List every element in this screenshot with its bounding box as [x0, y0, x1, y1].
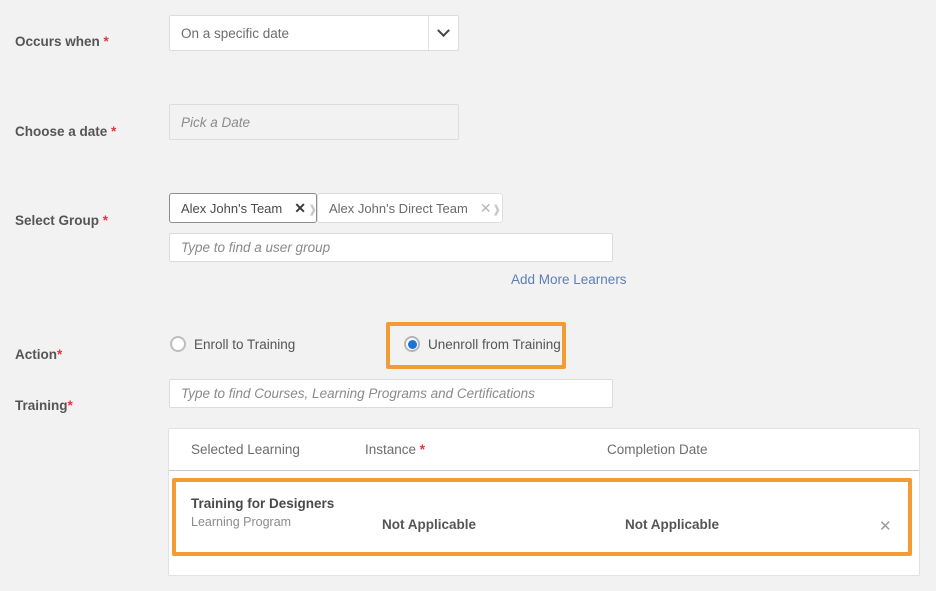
row-subtitle: Learning Program — [191, 515, 292, 529]
table-header-row: Selected Learning Instance * Completion … — [169, 429, 919, 471]
row-completion-date-value: Not Applicable — [625, 517, 720, 532]
choose-date-label: Choose a date * — [15, 124, 117, 139]
radio-unenroll-from-training[interactable]: Unenroll from Training — [404, 336, 561, 352]
occurs-when-row: Occurs when * — [15, 34, 109, 49]
choose-date-input[interactable]: Pick a Date — [169, 104, 459, 140]
required-asterisk: * — [67, 398, 73, 413]
training-search-input[interactable]: Type to find Courses, Learning Programs … — [169, 379, 613, 408]
row-title: Training for Designers — [191, 496, 335, 511]
occurs-when-label: Occurs when * — [15, 34, 109, 49]
tag-separator-icon: ❱ — [308, 204, 318, 216]
radio-enroll-to-training[interactable]: Enroll to Training — [170, 336, 295, 352]
chevron-down-icon[interactable] — [428, 16, 458, 50]
close-icon[interactable]: ✕ — [480, 201, 492, 215]
occurs-when-selected-value: On a specific date — [181, 25, 290, 41]
tag-separator-icon: ❱ — [492, 204, 502, 216]
select-group-label: Select Group * — [15, 213, 109, 228]
training-search-placeholder: Type to find Courses, Learning Programs … — [181, 386, 535, 401]
required-asterisk: * — [102, 213, 109, 228]
radio-selected-icon — [404, 336, 420, 352]
group-tag-label: Alex John's Direct Team — [329, 200, 468, 216]
group-tag[interactable]: Alex John's Team ✕ — [169, 193, 317, 223]
radio-unselected-icon — [170, 336, 186, 352]
radio-label: Unenroll from Training — [428, 336, 561, 352]
action-row: Action* — [15, 347, 62, 362]
training-label: Training* — [15, 398, 73, 413]
choose-date-placeholder: Pick a Date — [181, 114, 251, 130]
close-icon[interactable]: ✕ — [879, 517, 892, 535]
action-label: Action* — [15, 347, 63, 362]
close-icon[interactable]: ✕ — [294, 201, 306, 215]
group-tag[interactable]: Alex John's Direct Team ✕ — [317, 193, 503, 223]
add-more-learners-link[interactable]: Add More Learners — [511, 272, 627, 287]
column-header-instance: Instance * — [365, 442, 426, 457]
training-row: Training* — [15, 398, 73, 413]
column-header-selected-learning: Selected Learning — [191, 442, 300, 457]
occurs-when-select[interactable]: On a specific date — [169, 15, 459, 51]
required-asterisk: * — [111, 124, 117, 139]
group-search-placeholder: Type to find a user group — [181, 240, 331, 255]
radio-label: Enroll to Training — [194, 336, 296, 352]
required-asterisk: * — [103, 34, 109, 49]
selected-learning-panel: Selected Learning Instance * Completion … — [168, 428, 920, 576]
row-instance-value: Not Applicable — [382, 517, 477, 532]
group-search-input[interactable]: Type to find a user group — [169, 233, 613, 262]
required-asterisk: * — [57, 347, 63, 362]
group-tag-label: Alex John's Team — [181, 200, 283, 216]
choose-date-row: Choose a date * — [15, 124, 116, 139]
select-group-row: Select Group * — [15, 213, 108, 228]
column-header-completion-date: Completion Date — [607, 442, 708, 457]
